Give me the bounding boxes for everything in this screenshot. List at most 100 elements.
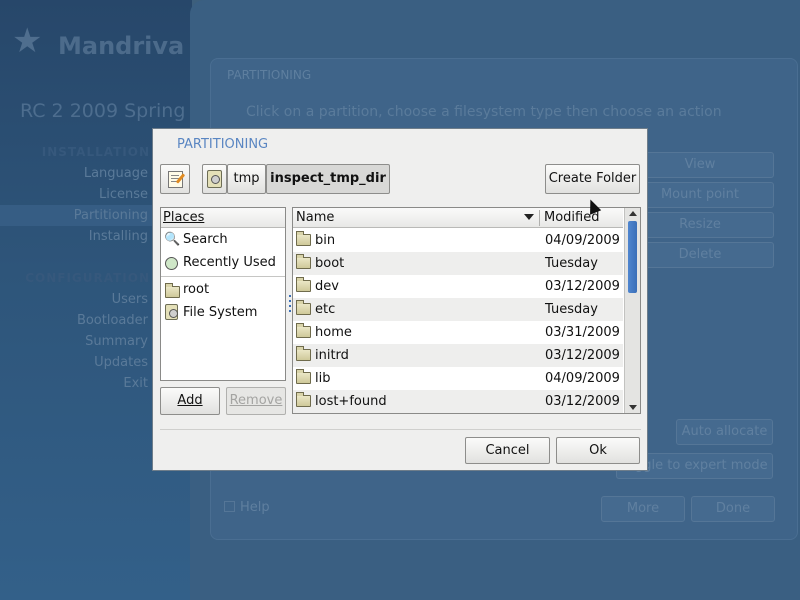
places-pane: Places 🔍 Search Recently Used root File … (160, 207, 286, 381)
type-location-button[interactable] (160, 164, 190, 194)
column-header-name[interactable]: Name (296, 210, 334, 225)
place-label: Recently Used (183, 255, 276, 270)
file-list-header: Name Modified (293, 208, 623, 228)
remove-label: Remove (229, 393, 283, 408)
delete-button[interactable]: Delete (626, 242, 774, 268)
sidebar-item-bootloader: Bootloader (76, 313, 148, 328)
file-list: Name Modified bin 04/09/2009 boot Tuesday … (292, 207, 641, 414)
file-modified: 03/12/2009 (545, 348, 620, 363)
file-list-scrollbar[interactable] (624, 208, 640, 413)
file-name: lib (315, 371, 331, 386)
sidebar-section-configuration: CONFIGURATION (25, 271, 150, 285)
help-label: Help (240, 500, 270, 515)
file-name: boot (315, 256, 345, 271)
file-name: dev (315, 279, 339, 294)
help-icon (224, 501, 235, 512)
place-label: Search (183, 232, 228, 247)
breadcrumb-drive-button[interactable] (202, 164, 227, 194)
done-button[interactable]: Done (691, 496, 775, 522)
place-file-system[interactable]: File System (161, 302, 285, 324)
place-search[interactable]: 🔍 Search (161, 229, 285, 251)
sidebar-item-license: License (98, 187, 148, 202)
sidebar-item-users: Users (111, 292, 148, 307)
file-modified: 03/12/2009 (545, 279, 620, 294)
add-label: Add (177, 393, 203, 408)
places-header[interactable]: Places (161, 208, 285, 228)
more-button[interactable]: More (601, 496, 685, 522)
places-divider (161, 276, 285, 277)
drive-icon (165, 304, 178, 320)
sidebar-item-updates: Updates (94, 355, 148, 370)
mount-point-button[interactable]: Mount point (626, 182, 774, 208)
sidebar-item-partitioning: Partitioning (73, 208, 148, 223)
view-button[interactable]: View (626, 152, 774, 178)
auto-allocate-button[interactable]: Auto allocate (676, 419, 773, 445)
file-name: etc (315, 302, 336, 317)
scrollbar-thumb[interactable] (628, 221, 637, 293)
file-row[interactable]: lost+found 03/12/2009 (293, 390, 623, 413)
release-name: RC 2 2009 Spring (20, 100, 186, 122)
help-button[interactable]: Help (224, 500, 270, 515)
file-name: initrd (315, 348, 349, 363)
dialog-divider (160, 429, 641, 430)
star-icon: ★ (12, 21, 43, 61)
remove-place-button[interactable]: Remove (226, 387, 286, 415)
folder-icon (296, 323, 311, 338)
file-name: home (315, 325, 352, 340)
file-modified: 04/09/2009 (545, 233, 620, 248)
file-row[interactable]: dev 03/12/2009 (293, 275, 623, 298)
file-row[interactable]: bin 04/09/2009 (293, 229, 623, 252)
folder-icon (296, 392, 311, 407)
edit-location-icon (168, 171, 183, 188)
file-modified: Tuesday (545, 256, 598, 271)
file-row[interactable]: boot Tuesday (293, 252, 623, 275)
panel-instruction: Click on a partition, choose a filesyste… (246, 104, 722, 120)
file-name: bin (315, 233, 336, 248)
file-modified: 03/12/2009 (545, 394, 620, 409)
sidebar-section-installation: INSTALLATION (41, 145, 150, 159)
folder-icon (296, 231, 311, 246)
file-modified: 04/09/2009 (545, 371, 620, 386)
sidebar-item-exit: Exit (123, 376, 148, 391)
places-header-label: Places (163, 210, 205, 225)
recent-clock-icon (165, 257, 178, 270)
panel-title: PARTITIONING (227, 68, 312, 82)
place-label: File System (183, 305, 258, 320)
add-place-button[interactable]: Add (160, 387, 220, 415)
place-root[interactable]: root (161, 279, 285, 301)
sidebar-item-installing: Installing (88, 229, 148, 244)
brand-name: Mandriva (58, 32, 185, 60)
file-modified: Tuesday (545, 302, 598, 317)
sidebar-item-language: Language (83, 166, 148, 181)
sort-descending-icon[interactable] (524, 214, 534, 220)
search-icon: 🔍 (164, 232, 181, 247)
dialog-title: PARTITIONING (177, 137, 269, 152)
sidebar-item-summary: Summary (85, 334, 148, 349)
file-row[interactable]: lib 04/09/2009 (293, 367, 623, 390)
column-divider[interactable] (539, 210, 540, 226)
cancel-button[interactable]: Cancel (465, 437, 550, 464)
ok-button[interactable]: Ok (556, 437, 640, 464)
file-row[interactable]: etc Tuesday (293, 298, 623, 321)
folder-icon (165, 283, 180, 298)
place-label: root (183, 282, 210, 297)
folder-icon (296, 277, 311, 292)
drive-icon (207, 170, 222, 188)
place-recently-used[interactable]: Recently Used (161, 252, 285, 274)
folder-icon (296, 254, 311, 269)
folder-icon (296, 369, 311, 384)
file-modified: 03/31/2009 (545, 325, 620, 340)
file-name: lost+found (315, 394, 387, 409)
file-row[interactable]: home 03/31/2009 (293, 321, 623, 344)
breadcrumb-tmp-button[interactable]: tmp (227, 164, 266, 194)
file-chooser-dialog: PARTITIONING tmp inspect_tmp_dir Create … (152, 128, 648, 471)
scroll-down-arrow-icon[interactable] (629, 405, 637, 410)
resize-button[interactable]: Resize (626, 212, 774, 238)
mandriva-logo: ★ Mandriva (12, 21, 185, 64)
file-row[interactable]: initrd 03/12/2009 (293, 344, 623, 367)
folder-icon (296, 300, 311, 315)
folder-icon (296, 346, 311, 361)
breadcrumb-current-button[interactable]: inspect_tmp_dir (266, 164, 390, 194)
create-folder-button[interactable]: Create Folder (545, 164, 640, 194)
scroll-up-arrow-icon[interactable] (629, 211, 637, 216)
